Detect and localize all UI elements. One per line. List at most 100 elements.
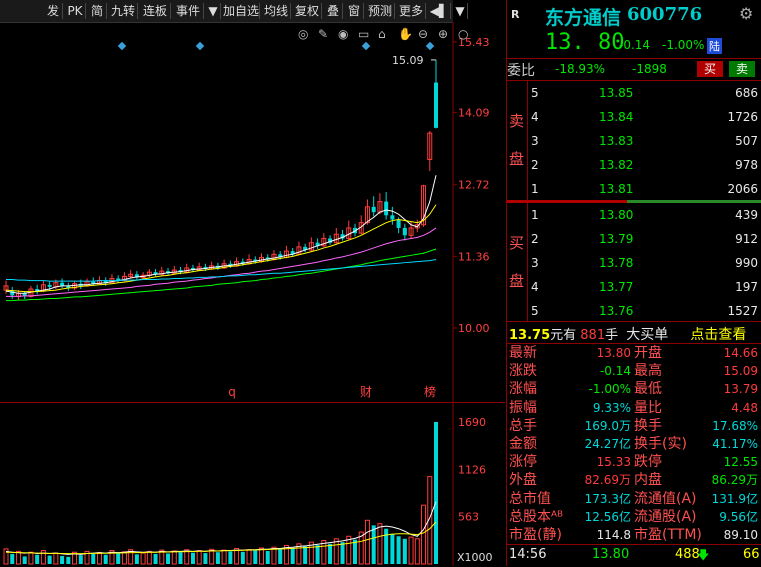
volume-bar [265, 550, 270, 564]
bid-level-lvl: 4 [531, 280, 539, 294]
volume-chart[interactable]: 1690 1126 563 X1000 [0, 404, 505, 566]
volume-bar [408, 536, 414, 565]
toolbar-forecast-button[interactable]: 预测 [366, 3, 395, 19]
volume-bar [40, 550, 46, 565]
volume-bar [140, 552, 146, 565]
ask-level-price[interactable]: 13.83 [599, 131, 633, 151]
toolbar-jiuzhuan-button[interactable]: 九转 [109, 3, 138, 19]
stat-l2-6: 跌停 [634, 454, 662, 471]
buy-button[interactable]: 买 [697, 61, 723, 77]
stat-v1-6: 15.33 [596, 455, 631, 470]
bid-level-price[interactable]: 13.76 [599, 301, 633, 321]
zoom-out-icon[interactable]: ⊖ [418, 27, 428, 41]
sell-button[interactable]: 卖 [729, 61, 755, 77]
bid-level-price[interactable]: 13.80 [599, 205, 633, 225]
zoom-in-icon[interactable]: ⊕ [438, 27, 448, 41]
toolbar-more-button[interactable]: 更多 [397, 3, 426, 19]
target-icon[interactable]: ◎ [298, 27, 308, 41]
weibi-pct: -18.93% [555, 62, 606, 76]
volume-bar [66, 556, 71, 564]
camera-icon[interactable]: ▭ [358, 27, 369, 41]
stat-v2-2: 13.79 [723, 382, 758, 397]
toolbar-fa-button[interactable]: 发 [44, 3, 63, 19]
volume-bar [215, 552, 220, 564]
stat-v2-6: 12.55 [723, 455, 758, 470]
candle-body [384, 201, 389, 216]
ask-level-price[interactable]: 13.85 [599, 83, 633, 103]
pen-icon[interactable]: ✎ [318, 27, 328, 41]
circle-icon[interactable]: ○ [458, 27, 468, 41]
stat-l1-5: 金额 [509, 436, 537, 452]
stat-v1-5: 24.27亿 [584, 437, 631, 451]
bid-level-price[interactable]: 13.77 [599, 277, 633, 297]
toolbar-lianban-button[interactable]: 连板 [140, 3, 171, 19]
volume-tick-label: 563 [458, 511, 479, 524]
ask-level-vol: 2066 [727, 182, 758, 196]
volume-bar [390, 533, 395, 564]
stat-v1-2: -1.00% [588, 382, 631, 397]
toolbar-shijian-dropdown-button[interactable]: ▼ [206, 3, 221, 19]
home-icon[interactable]: ⌂ [378, 27, 386, 41]
toolbar-collapse-button[interactable]: ◀▌ [428, 3, 451, 19]
event-diamond-icon [361, 41, 371, 51]
ask-level-price[interactable]: 13.84 [599, 107, 633, 127]
big-order-unit1: 元有 [550, 328, 577, 343]
kline-chart[interactable]: 15.4314.0912.7211.3610.00◎ ✎ ◉ ▭ ⌂ ✋ ⊖ ⊕ ○15.09q… [0, 22, 505, 422]
toolbar-ma-lines-button[interactable]: 均线 [262, 3, 291, 19]
stat-v1-9: 12.56亿 [584, 509, 631, 524]
stat-l1-6: 涨停 [509, 454, 537, 471]
event-diamond-icon [425, 41, 435, 51]
volume-bar [134, 554, 139, 564]
ask-level-lvl: 2 [531, 158, 539, 172]
gear-icon[interactable]: ⚙ [739, 4, 753, 23]
ask-level-price[interactable]: 13.81 [599, 179, 633, 199]
volume-bar [103, 554, 108, 564]
stat-l2-5: 换手(实) [634, 436, 687, 452]
volume-bar [28, 551, 34, 565]
toolbar-add-watchlist-button[interactable]: 加自选 [223, 3, 260, 19]
sell-side-label-1: 卖 [509, 112, 525, 130]
buy-side-label-2: 盘 [509, 272, 525, 290]
toolbar-window-button[interactable]: 窗 [345, 3, 364, 19]
market-tag: 陆 [707, 38, 722, 54]
chart-toolbar: 发 PK 简九转 连板 事件 ▼ 加自选 均线 复权叠窗预测 更多 ◀▌ ▼ [0, 0, 468, 23]
volume-bar [434, 422, 438, 564]
hand-icon[interactable]: ✋ [398, 27, 413, 41]
volume-bar [396, 536, 401, 564]
toolbar-fuquan-button[interactable]: 复权 [293, 3, 322, 19]
volume-bar [35, 554, 40, 564]
toolbar-pk-button[interactable]: PK [65, 3, 86, 19]
toolbar-overlay-button[interactable]: 叠 [324, 3, 343, 19]
volume-bar [47, 555, 52, 564]
volume-bar [315, 545, 320, 564]
ask-level-vol: 507 [735, 134, 758, 148]
bid-level-price[interactable]: 13.78 [599, 253, 633, 273]
big-order-link[interactable]: 点击查看 [690, 327, 746, 343]
toolbar-shijian-button[interactable]: 事件 [173, 3, 204, 19]
stat-v1-0: 13.80 [596, 346, 631, 360]
big-order-row[interactable]: 13.75元有 881手 大买单 点击查看 [509, 324, 746, 344]
toolbar-more-dropdown-button[interactable]: ▼ [453, 3, 468, 19]
chart-panel[interactable]: 发 PK 简九转 连板 事件 ▼ 加自选 均线 复权叠窗预测 更多 ◀▌ ▼ 15.43 14.09 12… [0, 0, 505, 566]
eye-icon[interactable]: ◉ [338, 27, 348, 41]
toolbar-jian-button[interactable]: 简 [88, 3, 107, 19]
volume-ma-line [5, 521, 437, 555]
stat-l1-3: 振幅 [509, 399, 537, 416]
ask-level-price[interactable]: 13.82 [599, 155, 633, 175]
volume-bar [146, 550, 152, 565]
stat-l1-2: 涨幅 [509, 381, 537, 398]
candle-body [396, 219, 401, 228]
volume-bar [364, 519, 370, 565]
stock-name: 东方通信 [545, 7, 622, 29]
volume-bar [259, 547, 265, 565]
volume-bar [303, 546, 308, 564]
event-diamond-icon [117, 41, 127, 51]
stat-v2-9: 9.56亿 [719, 509, 758, 524]
price-change-pct: -1.00% [662, 38, 705, 52]
bid-level-price[interactable]: 13.79 [599, 229, 633, 249]
stat-v2-10: 89.10 [723, 528, 758, 542]
price-tick-label: 10.00 [458, 322, 490, 335]
volume-bar [377, 523, 383, 565]
ask-level-vol: 686 [735, 86, 758, 100]
stat-v2-3: 4.48 [731, 400, 758, 415]
